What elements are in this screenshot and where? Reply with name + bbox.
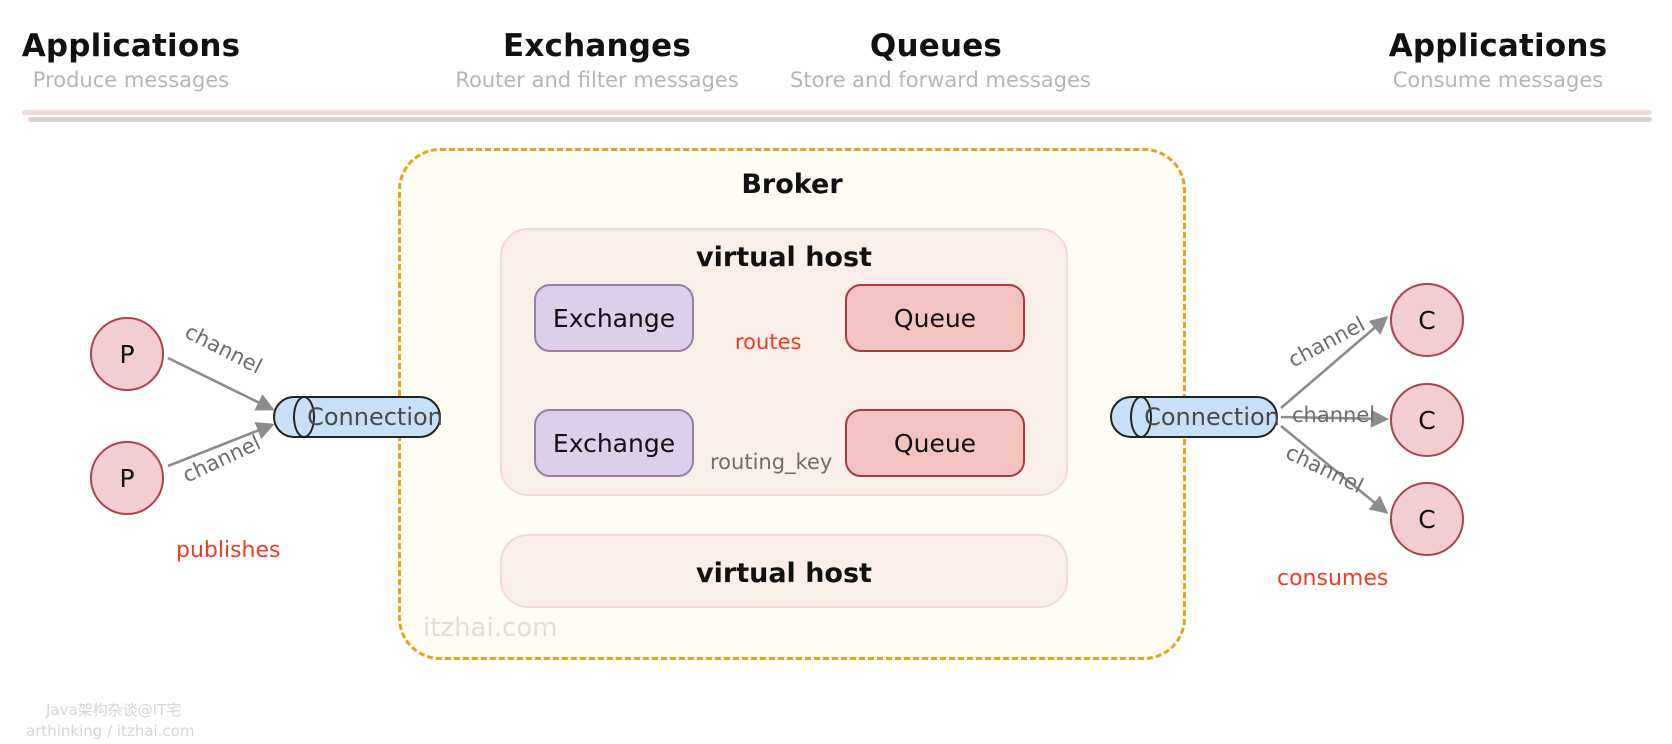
edge-label-publishes: publishes (176, 538, 281, 563)
header-subtitle: Store and forward messages (790, 67, 1091, 92)
header-subtitle: Router and filter messages (455, 67, 739, 92)
credit-line-1: Java架构杂谈@IT宅 (46, 701, 182, 719)
header-column-exchanges: Exchanges Router and filter messages (418, 30, 776, 91)
producer-node-1[interactable]: P (90, 317, 164, 391)
connection-label: Connection (307, 403, 443, 431)
header-subtitle: Consume messages (1392, 67, 1604, 92)
edge-label-channel-consumer2: channel (1292, 403, 1376, 427)
consumer-node-1[interactable]: C (1390, 283, 1464, 357)
connection-producer-side[interactable]: Connection (273, 396, 443, 438)
header-column-applications-consume: Applications Consume messages (1348, 30, 1648, 91)
virtual-host-label: virtual host (696, 242, 872, 273)
consumer-node-3[interactable]: C (1390, 482, 1464, 556)
header-divider-upper (22, 110, 1652, 115)
edge-label-routing-key: routing_key (710, 450, 833, 474)
header-subtitle: Produce messages (32, 67, 230, 92)
credit-line-2: arthinking / itzhai.com (26, 722, 195, 740)
consumer-node-2[interactable]: C (1390, 383, 1464, 457)
virtual-host-bottom: virtual host (500, 534, 1068, 608)
watermark-itzhai: itzhai.com (423, 613, 558, 643)
producer-node-2[interactable]: P (90, 441, 164, 515)
header-title: Exchanges (502, 28, 692, 64)
connection-consumer-side[interactable]: Connection (1110, 396, 1280, 438)
edge-label-channel-producer2: channel (178, 430, 265, 488)
header-title: Applications (21, 28, 241, 64)
header-column-applications-produce: Applications Produce messages (0, 30, 262, 91)
connection-label: Connection (1144, 403, 1280, 431)
header-title: Queues (869, 28, 1003, 64)
queue-node-1[interactable]: Queue (845, 284, 1025, 352)
edge-label-routes: routes (735, 330, 802, 354)
diagram-canvas: Applications Produce messages Exchanges … (0, 0, 1672, 744)
broker-title: Broker (741, 169, 843, 200)
virtual-host-label: virtual host (696, 558, 872, 589)
edge-label-consumes: consumes (1277, 566, 1389, 591)
edge-label-channel-producer1: channel (181, 319, 267, 379)
header-column-queues: Queues Store and forward messages (790, 28, 1091, 92)
header-title: Applications (1388, 28, 1608, 64)
exchange-node-1[interactable]: Exchange (534, 284, 694, 352)
exchange-node-2[interactable]: Exchange (534, 409, 694, 477)
header-divider-lower (28, 117, 1652, 122)
edge-label-channel-consumer1: channel (1284, 311, 1369, 373)
edge-label-channel-consumer3: channel (1281, 439, 1368, 499)
queue-node-2[interactable]: Queue (845, 409, 1025, 477)
